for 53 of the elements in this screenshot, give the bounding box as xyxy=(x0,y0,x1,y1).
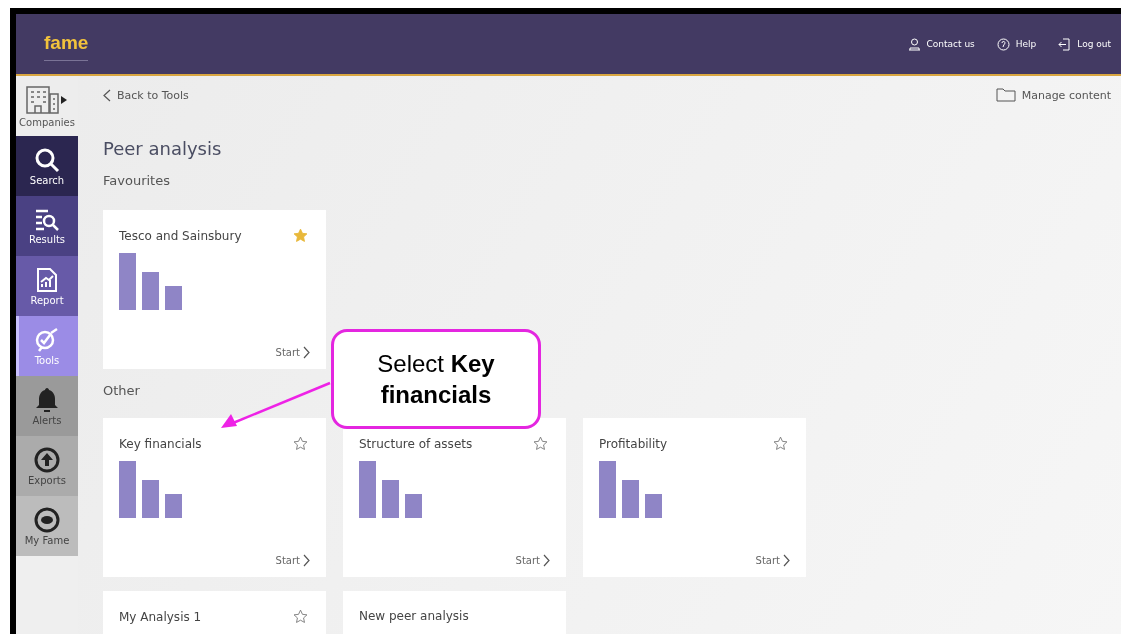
chevron-right-icon xyxy=(543,554,550,567)
person-icon xyxy=(907,37,921,51)
header-link[interactable]: Help xyxy=(996,37,1037,51)
sidebar-item[interactable]: Results xyxy=(16,196,78,256)
star-icon[interactable] xyxy=(533,436,548,451)
chevron-right-icon xyxy=(303,554,310,567)
section-heading: Favourites xyxy=(103,173,170,188)
help-icon xyxy=(996,37,1010,51)
card-title: Profitability xyxy=(599,436,668,451)
header-link[interactable]: Contact us xyxy=(907,37,975,51)
card-title: New peer analysis xyxy=(359,609,469,623)
bell-icon xyxy=(35,386,59,413)
circle-icon xyxy=(34,506,60,533)
start-link[interactable]: Start xyxy=(275,346,310,359)
sidebar-item[interactable]: Report xyxy=(16,256,78,316)
star-icon[interactable] xyxy=(293,228,308,243)
start-link[interactable]: Start xyxy=(515,554,550,567)
start-link[interactable]: Start xyxy=(755,554,790,567)
card-title: My Analysis 1 xyxy=(119,609,202,624)
manage-content-link[interactable]: Manage content xyxy=(995,88,1111,102)
sidebar-item[interactable]: Exports xyxy=(16,436,78,496)
card-title: Structure of assets xyxy=(359,436,473,451)
analysis-card[interactable]: Tesco and Sainsbury Start xyxy=(103,210,326,369)
page-title: Peer analysis xyxy=(103,138,223,159)
sidebar-item[interactable]: Alerts xyxy=(16,376,78,436)
folder-icon xyxy=(995,88,1016,102)
search-icon xyxy=(34,146,60,173)
star-icon[interactable] xyxy=(773,436,788,451)
buildings-icon xyxy=(25,84,69,115)
card-title: Key financials xyxy=(119,436,202,451)
list-search-icon xyxy=(34,207,60,232)
sidebar-item[interactable]: Search xyxy=(16,136,78,196)
logo[interactable]: fame xyxy=(44,31,89,61)
section-heading: Other xyxy=(103,383,140,398)
star-icon[interactable] xyxy=(293,609,308,624)
analysis-card[interactable]: Key financials Start xyxy=(103,418,326,577)
chevron-left-icon xyxy=(103,88,111,102)
star-icon[interactable] xyxy=(293,436,308,451)
analysis-card[interactable]: Structure of assets Start xyxy=(343,418,566,577)
analysis-card[interactable]: Profitability Start xyxy=(583,418,806,577)
back-link[interactable]: Back to Tools xyxy=(103,88,189,102)
card-title: Tesco and Sainsbury xyxy=(119,228,242,243)
logout-icon xyxy=(1058,37,1072,51)
chevron-right-icon xyxy=(783,554,790,567)
report-icon xyxy=(36,266,58,293)
callout-box: Select Key financials xyxy=(331,329,541,429)
chevron-right-icon xyxy=(303,346,310,359)
header-link[interactable]: Log out xyxy=(1058,37,1111,51)
upload-circle-icon xyxy=(34,446,60,473)
start-link[interactable]: Start xyxy=(275,554,310,567)
analysis-card[interactable]: New peer analysis xyxy=(343,591,566,634)
analysis-card[interactable]: My Analysis 1 xyxy=(103,591,326,634)
sidebar-item[interactable]: My Fame xyxy=(16,496,78,556)
